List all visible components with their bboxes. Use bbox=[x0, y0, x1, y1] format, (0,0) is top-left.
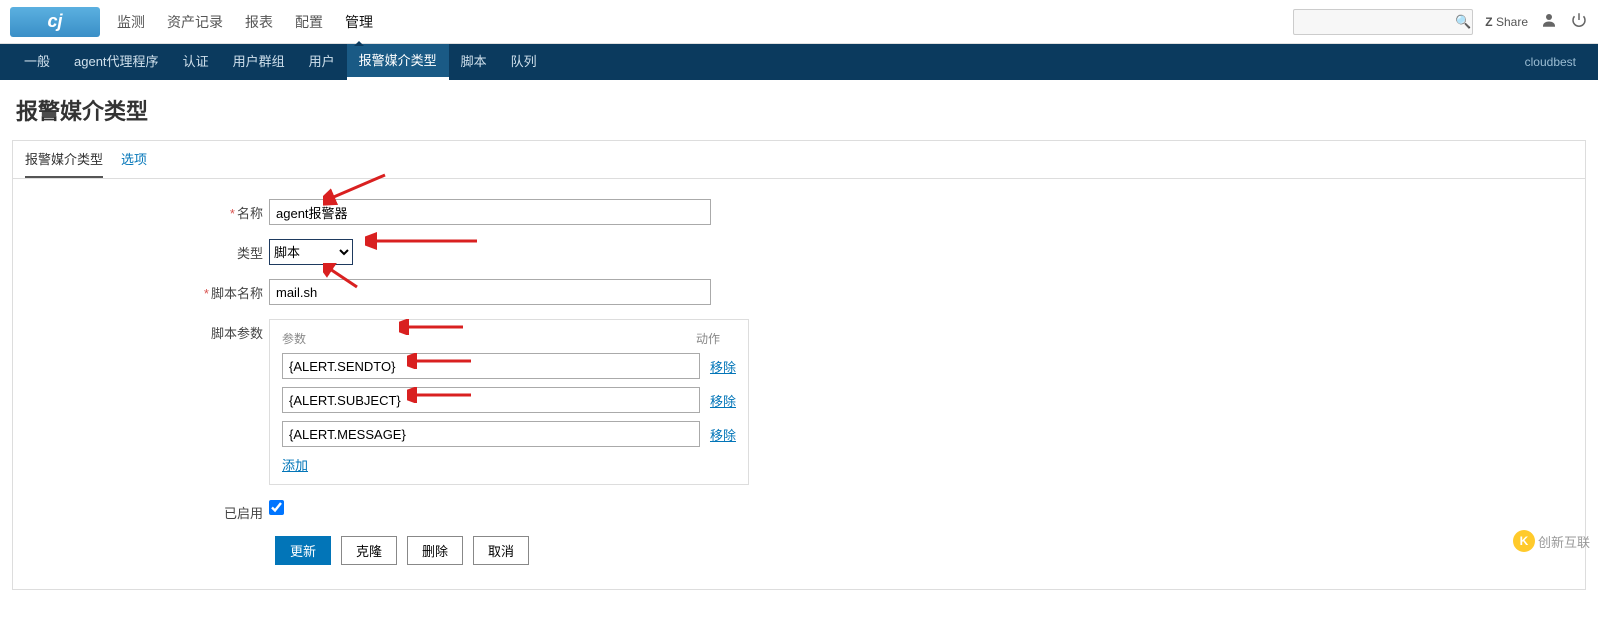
power-icon[interactable] bbox=[1570, 11, 1588, 32]
topnav: 监测 资产记录 报表 配置 管理 bbox=[115, 12, 1293, 32]
form-panel: 报警媒介类型 选项 *名称 类型 脚本 *脚本名称 bbox=[12, 140, 1586, 590]
name-label: *名称 bbox=[13, 199, 269, 222]
cancel-button[interactable]: 取消 bbox=[473, 536, 529, 565]
share-button[interactable]: Z Share bbox=[1485, 15, 1528, 29]
param-input-2[interactable] bbox=[282, 421, 700, 447]
param-row: 移除 bbox=[282, 387, 736, 413]
param-row: 移除 bbox=[282, 421, 736, 447]
search-icon: 🔍 bbox=[1455, 14, 1471, 30]
tabs: 报警媒介类型 选项 bbox=[13, 141, 1585, 179]
topnav-item-reports[interactable]: 报表 bbox=[243, 12, 275, 32]
script-params-label: 脚本参数 bbox=[13, 319, 269, 342]
params-header: 参数 动作 bbox=[282, 330, 736, 347]
watermark-icon: K bbox=[1513, 530, 1535, 552]
remove-link[interactable]: 移除 bbox=[710, 357, 736, 376]
params-box: 参数 动作 移除 移除 移除 添加 bbox=[269, 319, 749, 485]
subnav-item-mediatypes[interactable]: 报警媒介类型 bbox=[347, 44, 449, 80]
script-name-input[interactable] bbox=[269, 279, 711, 305]
type-select[interactable]: 脚本 bbox=[269, 239, 353, 265]
logo bbox=[10, 7, 100, 37]
search-box[interactable]: 🔍 bbox=[1293, 9, 1473, 35]
subnav-item-agent[interactable]: agent代理程序 bbox=[62, 44, 171, 80]
page-title: 报警媒介类型 bbox=[0, 80, 1598, 140]
tab-mediatype[interactable]: 报警媒介类型 bbox=[25, 149, 103, 178]
type-label: 类型 bbox=[13, 239, 269, 262]
subnav-item-general[interactable]: 一般 bbox=[12, 44, 62, 80]
subnav-item-queue[interactable]: 队列 bbox=[499, 44, 549, 80]
topnav-item-monitor[interactable]: 监测 bbox=[115, 12, 147, 32]
topnav-item-config[interactable]: 配置 bbox=[293, 12, 325, 32]
topnav-item-admin[interactable]: 管理 bbox=[343, 12, 375, 32]
button-row: 更新 克隆 删除 取消 bbox=[13, 536, 1585, 565]
clone-button[interactable]: 克隆 bbox=[341, 536, 397, 565]
enabled-checkbox[interactable] bbox=[269, 500, 284, 515]
param-input-0[interactable] bbox=[282, 353, 700, 379]
script-name-label: *脚本名称 bbox=[13, 279, 269, 302]
remove-link[interactable]: 移除 bbox=[710, 391, 736, 410]
form-body: *名称 类型 脚本 *脚本名称 脚本参数 参数 动作 bbox=[13, 179, 1585, 589]
topnav-item-assets[interactable]: 资产记录 bbox=[165, 12, 225, 32]
add-param-link[interactable]: 添加 bbox=[282, 458, 308, 473]
subnav-item-scripts[interactable]: 脚本 bbox=[449, 44, 499, 80]
subnav-item-auth[interactable]: 认证 bbox=[171, 44, 221, 80]
watermark-text: 创新互联 bbox=[1538, 532, 1590, 551]
topbar-right: 🔍 Z Share bbox=[1293, 9, 1588, 35]
remove-link[interactable]: 移除 bbox=[710, 425, 736, 444]
watermark: K 创新互联 bbox=[1513, 530, 1590, 552]
user-icon[interactable] bbox=[1540, 11, 1558, 32]
param-row: 移除 bbox=[282, 353, 736, 379]
tenant-label: cloudbest bbox=[1525, 55, 1586, 69]
update-button[interactable]: 更新 bbox=[275, 536, 331, 565]
subnav-item-users[interactable]: 用户 bbox=[297, 44, 347, 80]
name-input[interactable] bbox=[269, 199, 711, 225]
search-input[interactable] bbox=[1300, 15, 1455, 29]
topbar: 监测 资产记录 报表 配置 管理 🔍 Z Share bbox=[0, 0, 1598, 44]
delete-button[interactable]: 删除 bbox=[407, 536, 463, 565]
enabled-label: 已启用 bbox=[13, 499, 269, 522]
subnav: 一般 agent代理程序 认证 用户群组 用户 报警媒介类型 脚本 队列 clo… bbox=[0, 44, 1598, 80]
tab-options[interactable]: 选项 bbox=[121, 149, 147, 178]
subnav-item-usergroups[interactable]: 用户群组 bbox=[221, 44, 297, 80]
param-input-1[interactable] bbox=[282, 387, 700, 413]
share-label: Z Share bbox=[1485, 15, 1528, 29]
